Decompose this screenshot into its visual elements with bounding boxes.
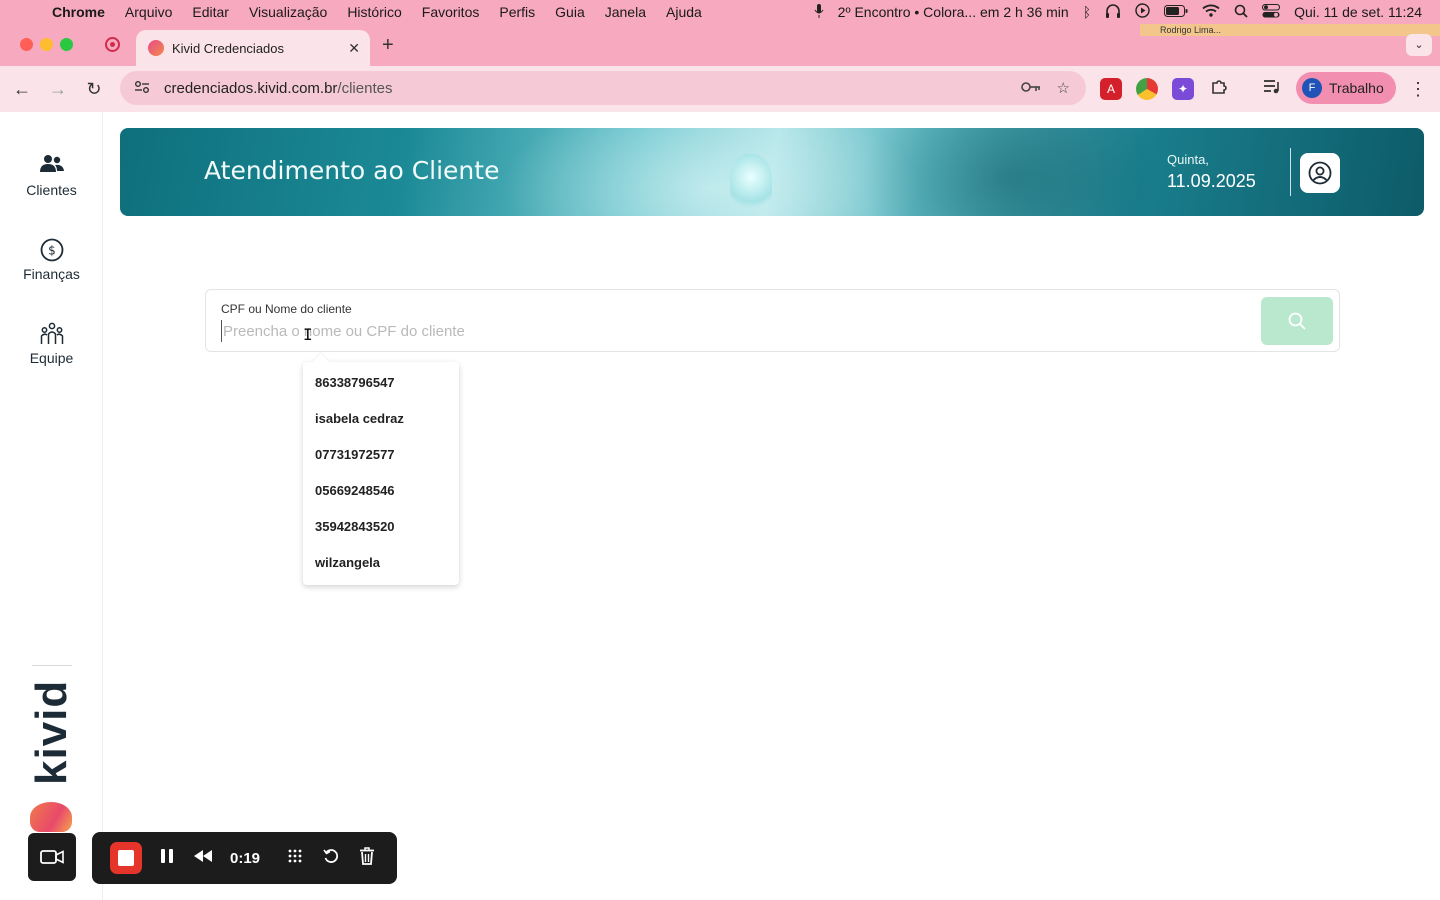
reload-icon[interactable]: ↻: [81, 76, 107, 102]
menu-editar[interactable]: Editar: [192, 4, 229, 20]
client-search-input[interactable]: [221, 320, 1241, 342]
rewind-icon[interactable]: [192, 849, 214, 868]
sidebar-label-clientes: Clientes: [26, 182, 77, 198]
password-key-icon[interactable]: [1020, 80, 1041, 97]
bluetooth-icon[interactable]: ᛒ: [1083, 4, 1091, 20]
address-bar[interactable]: credenciados.kivid.com.br/clientes ☆: [120, 71, 1086, 105]
user-profile-button[interactable]: [1300, 153, 1340, 193]
window-close-button[interactable]: [20, 38, 33, 51]
pdf-extension-icon[interactable]: A: [1100, 78, 1122, 100]
suggestion-item[interactable]: 05669248546: [303, 473, 459, 509]
pause-icon[interactable]: [156, 848, 178, 869]
grid-dots-icon[interactable]: [284, 848, 306, 869]
browser-toolbar: ← → ↻ credenciados.kivid.com.br/clientes…: [0, 66, 1440, 112]
search-field-label: CPF ou Nome do cliente: [221, 302, 352, 316]
window-zoom-button[interactable]: [60, 38, 73, 51]
menu-clock[interactable]: Qui. 11 de set. 11:24: [1294, 4, 1422, 20]
screen-recorder-toolbar: 0:19: [92, 832, 397, 884]
profile-button[interactable]: F Trabalho: [1296, 72, 1396, 104]
sidebar-label-equipe: Equipe: [29, 350, 74, 366]
trash-icon[interactable]: [356, 846, 378, 870]
forward-arrow-icon[interactable]: →: [45, 76, 71, 102]
menu-app-name[interactable]: Chrome: [52, 4, 105, 20]
banner-date: 11.09.2025: [1167, 171, 1256, 191]
control-center-icon[interactable]: [1262, 3, 1281, 21]
page-header-banner: Atendimento ao Cliente Quinta, 11.09.202…: [120, 128, 1424, 216]
suggestion-item[interactable]: isabela cedraz: [303, 401, 459, 437]
suggestion-item[interactable]: wilzangela: [303, 545, 459, 581]
url-path: /clientes: [337, 79, 393, 97]
banner-divider: [1290, 148, 1291, 196]
recording-elapsed-time: 0:19: [230, 849, 261, 867]
macos-menu-bar: Chrome Arquivo Editar Visualização Histó…: [0, 0, 1440, 24]
profile-label: Trabalho: [1329, 80, 1384, 96]
back-arrow-icon[interactable]: ←: [9, 76, 35, 102]
dollar-circle-icon: $: [40, 238, 64, 262]
wifi-icon[interactable]: [1202, 4, 1220, 20]
sidebar-divider: [32, 665, 72, 666]
app-viewport: Clientes $ Finanças Equipe kivid Atendim…: [0, 112, 1440, 900]
kivid-logo-mark: [30, 802, 72, 832]
menu-ajuda[interactable]: Ajuda: [666, 4, 702, 20]
suggestion-item[interactable]: 35942843520: [303, 509, 459, 545]
menu-arquivo[interactable]: Arquivo: [125, 4, 172, 20]
team-icon: [40, 322, 64, 344]
battery-icon[interactable]: [1164, 4, 1188, 20]
tab-title: Kivid Credenciados: [172, 40, 285, 56]
calendar-event-status[interactable]: 2º Encontro • Colora... em 2 h 36 min: [838, 4, 1069, 20]
sidebar-item-financas[interactable]: $ Finanças: [0, 238, 103, 282]
sidebar-item-clientes[interactable]: Clientes: [0, 154, 103, 198]
restart-icon[interactable]: [320, 848, 342, 869]
kivid-favicon-icon: [148, 40, 164, 56]
profile-avatar: F: [1302, 78, 1322, 98]
new-tab-icon[interactable]: +: [382, 34, 394, 57]
svg-text:$: $: [48, 244, 56, 258]
window-minimize-button[interactable]: [40, 38, 53, 51]
media-queue-icon[interactable]: [1261, 78, 1283, 100]
spotlight-search-icon[interactable]: [1234, 4, 1248, 21]
menu-visualizacao[interactable]: Visualização: [249, 4, 327, 20]
suggestion-item[interactable]: 07731972577: [303, 437, 459, 473]
site-settings-icon[interactable]: [134, 80, 156, 97]
color-picker-extension-icon[interactable]: [1136, 78, 1158, 100]
menu-perfis[interactable]: Perfis: [499, 4, 535, 20]
banner-weekday: Quinta,: [1167, 152, 1209, 167]
video-camera-icon: [40, 850, 64, 864]
play-circle-icon[interactable]: [1135, 3, 1150, 21]
profile-tag: Rodrigo Lima...: [1140, 24, 1440, 36]
headphones-icon[interactable]: [1105, 3, 1121, 21]
tab-close-icon[interactable]: ✕: [348, 40, 360, 57]
menu-favoritos[interactable]: Favoritos: [422, 4, 480, 20]
app-sidebar: Clientes $ Finanças Equipe kivid: [0, 112, 103, 900]
microphone-icon[interactable]: [814, 3, 824, 21]
search-suggestions-dropdown: 86338796547 isabela cedraz 07731972577 0…: [303, 353, 459, 585]
search-button[interactable]: [1261, 297, 1333, 345]
stop-recording-button[interactable]: [110, 842, 142, 874]
browser-menu-kebab-icon[interactable]: ⋮: [1408, 76, 1428, 102]
search-icon: [1288, 312, 1306, 330]
camera-toggle-button[interactable]: [28, 833, 76, 881]
menu-guia[interactable]: Guia: [555, 4, 585, 20]
sidebar-item-equipe[interactable]: Equipe: [0, 322, 103, 366]
kivid-logo-text: kivid: [27, 679, 76, 785]
bookmark-star-icon[interactable]: ☆: [1057, 79, 1070, 97]
text-cursor-icon: I: [303, 325, 313, 344]
browser-tab-active[interactable]: Kivid Credenciados ✕: [136, 30, 370, 66]
ai-extension-icon[interactable]: ✦: [1172, 78, 1194, 100]
page-title: Atendimento ao Cliente: [204, 156, 500, 185]
sidebar-label-financas: Finanças: [23, 266, 80, 282]
suggestion-item[interactable]: 86338796547: [303, 365, 459, 401]
stop-icon: [118, 850, 134, 866]
browser-tab-strip: Kivid Credenciados ✕ + Rodrigo Lima... ⌄: [0, 24, 1440, 66]
extensions-puzzle-icon[interactable]: [1208, 78, 1230, 100]
tab-search-chevron-icon[interactable]: ⌄: [1406, 34, 1432, 56]
users-icon: [39, 154, 64, 176]
menu-historico[interactable]: Histórico: [347, 4, 401, 20]
client-search-box: CPF ou Nome do cliente: [205, 289, 1340, 352]
banner-coral-illustration: [730, 154, 772, 212]
recording-indicator-icon[interactable]: [105, 37, 120, 52]
user-circle-icon: [1308, 161, 1332, 185]
menu-janela[interactable]: Janela: [605, 4, 646, 20]
url-domain: credenciados.kivid.com.br: [164, 79, 338, 97]
